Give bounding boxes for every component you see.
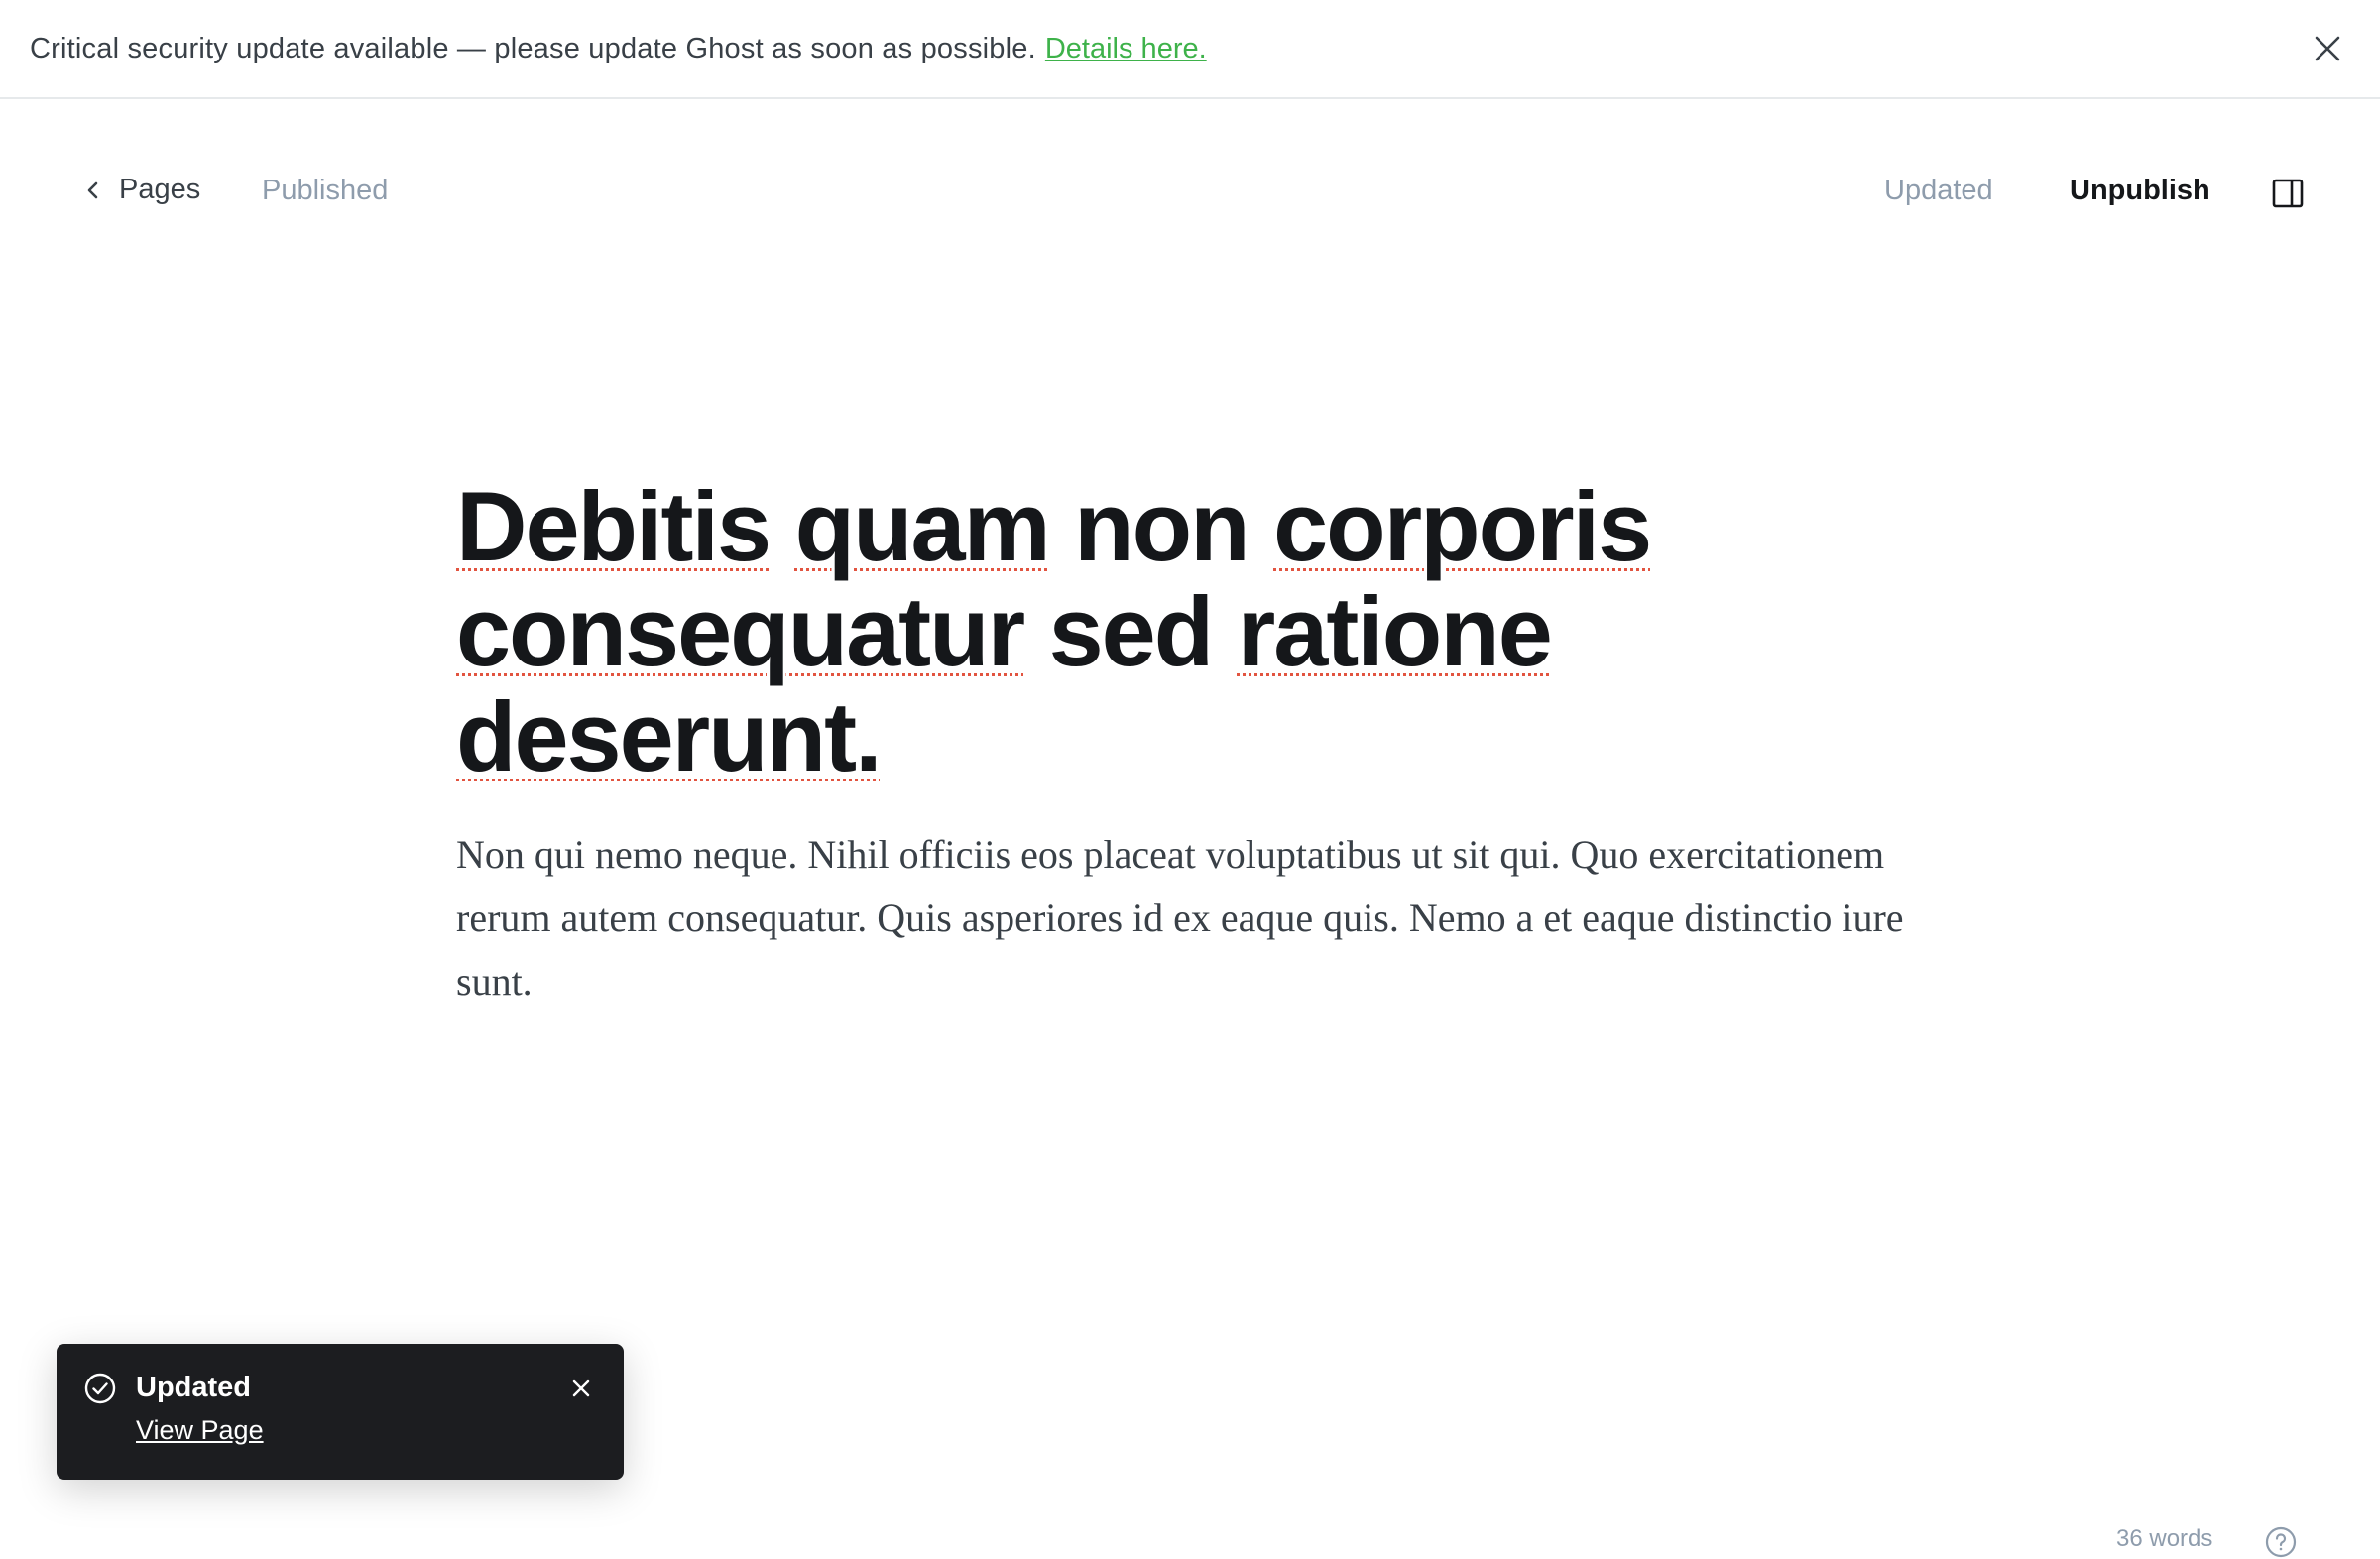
close-icon[interactable] (2311, 32, 2344, 65)
title-word: sed (1048, 576, 1215, 686)
close-icon[interactable] (570, 1378, 592, 1399)
unpublish-button[interactable]: Unpublish (2070, 175, 2210, 207)
save-status: Updated (1884, 175, 1993, 206)
title-word: Debitis (456, 471, 772, 581)
updated-toast: Updated View Page (57, 1344, 624, 1480)
post-status: Published (262, 175, 389, 206)
title-word: ratione (1237, 576, 1553, 686)
back-label: Pages (119, 174, 201, 205)
sidebar-toggle-icon[interactable] (2271, 177, 2305, 210)
editor-header: Pages Published Updated Unpublish (0, 99, 2380, 288)
title-word: consequatur (456, 576, 1025, 686)
title-word: quam (794, 471, 1051, 581)
title-word: deserunt. (456, 681, 883, 791)
security-update-banner: Critical security update available — ple… (0, 0, 2380, 99)
post-title[interactable]: Debitis quam non corporis consequatur sed… (456, 474, 1944, 789)
view-page-link[interactable]: View Page (136, 1415, 264, 1446)
title-word: corporis (1273, 471, 1652, 581)
help-circle-icon[interactable] (2264, 1525, 2298, 1559)
check-circle-icon (83, 1372, 117, 1405)
post-body[interactable]: Non qui nemo neque. Nihil officiis eos p… (456, 823, 1924, 1014)
banner-message: Critical security update available — ple… (30, 32, 1036, 64)
toast-title: Updated (136, 1372, 251, 1403)
word-count: 36 words (2116, 1525, 2213, 1552)
title-word: non (1074, 471, 1250, 581)
banner-details-link[interactable]: Details here. (1045, 33, 1207, 65)
chevron-left-icon (87, 181, 98, 198)
back-to-pages-link[interactable]: Pages (83, 174, 200, 206)
